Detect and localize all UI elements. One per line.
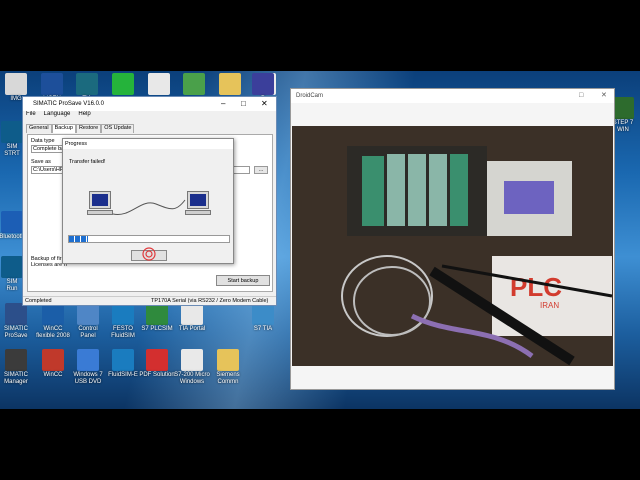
- whatsapp-shortcut[interactable]: [103, 73, 143, 96]
- transfer-message: Transfer failed!: [69, 159, 106, 165]
- prosave-statusbar: Completed TP170A Serial (via RS232 / Zer…: [23, 296, 276, 305]
- droidcam-titlebar[interactable]: DroidCam □ ✕: [291, 89, 614, 103]
- wincc-flex-shortcut[interactable]: WinCC: [33, 349, 73, 379]
- source-computer-icon: [87, 191, 113, 215]
- s7tia-icon: [252, 303, 274, 325]
- progress-fill: [69, 236, 89, 242]
- cursor-click-icon: [142, 247, 156, 261]
- shortcut-label: Control Panel: [78, 326, 98, 339]
- microwin-shortcut[interactable]: S7-200 Micro Windows: [172, 349, 212, 386]
- microwin-icon: [181, 349, 203, 371]
- wincc-flex-icon: [42, 349, 64, 371]
- whatsapp-icon: [112, 73, 134, 95]
- shortcut-label: S7 PLCSIM: [141, 326, 173, 332]
- document-icon: [148, 73, 170, 95]
- save-as-label: Save as: [31, 159, 51, 165]
- folder-icon: [217, 349, 239, 371]
- prosave-icon: [5, 303, 27, 325]
- control-panel-icon: [77, 303, 99, 325]
- p-app-icon: [252, 73, 274, 95]
- fluidsim-icon: [112, 349, 134, 371]
- camera-scene: PLC IRAN: [292, 126, 613, 366]
- transfer-cable-icon: [112, 199, 186, 215]
- maximize-icon[interactable]: □: [241, 97, 246, 111]
- tab-backup[interactable]: Backup: [51, 124, 76, 133]
- prosave-shortcut[interactable]: SIMATIC ProSave: [0, 303, 36, 340]
- browse-button[interactable]: ...: [254, 166, 268, 174]
- data-type-label: Data type: [31, 138, 55, 144]
- tab-os-update[interactable]: OS Update: [101, 124, 135, 133]
- shortcut-label: TIA Portal: [178, 326, 206, 332]
- usb-dvd-shortcut[interactable]: Windows 7 USB DVD: [68, 349, 108, 386]
- shortcut-label: SIMATIC Manager: [4, 372, 28, 385]
- menu-help[interactable]: Help: [78, 111, 90, 121]
- shortcut-label: SIMATIC ProSave: [4, 326, 28, 339]
- plcsim-icon: [146, 303, 168, 325]
- prosave-title: SIMATIC ProSave V16.0.0: [33, 101, 104, 107]
- target-computer-icon: [185, 191, 211, 215]
- menu-file[interactable]: File: [26, 111, 36, 121]
- brand-sub-text: IRAN: [540, 301, 559, 310]
- prosave-menubar: File Language Help: [23, 111, 276, 121]
- status-text: Completed: [25, 298, 52, 304]
- prosave-tabs: General Backup Restore OS Update: [23, 124, 276, 133]
- app-shortcut[interactable]: [174, 73, 214, 96]
- minimize-icon[interactable]: –: [221, 97, 225, 111]
- progress-dialog[interactable]: Progress Transfer failed!: [62, 138, 234, 264]
- camera-feed: PLC IRAN: [292, 126, 613, 366]
- wincc-shortcut[interactable]: WinCC flexible 2008: [33, 303, 73, 340]
- transfer-progress-bar: [68, 235, 230, 243]
- pdf-icon: [146, 349, 168, 371]
- shortcut-label: S7-200 Micro Windows: [174, 372, 210, 385]
- wincc-icon: [42, 303, 64, 325]
- pdf-shortcut[interactable]: PDF Solution: [137, 349, 177, 379]
- close-icon[interactable]: ✕: [261, 97, 268, 111]
- tia-shortcut[interactable]: TIA Portal: [172, 303, 212, 333]
- start-backup-button[interactable]: Start backup: [216, 275, 270, 286]
- shortcut-label: Siemens Commn: [216, 372, 240, 385]
- progress-title: Progress: [63, 139, 233, 149]
- status-port: TP170A Serial (via RS232 / Zero Modem Ca…: [151, 298, 269, 304]
- tab-restore[interactable]: Restore: [75, 124, 102, 133]
- tia-icon: [181, 303, 203, 325]
- menu-language[interactable]: Language: [44, 111, 71, 121]
- control-panel-shortcut[interactable]: Control Panel: [68, 303, 108, 340]
- simatic-icon: [1, 256, 23, 278]
- tab-general[interactable]: General: [26, 124, 52, 133]
- document-shortcut[interactable]: [139, 73, 179, 96]
- shortcut-label: PDF Solution: [139, 372, 175, 378]
- plcsim-shortcut[interactable]: S7 PLCSIM: [137, 303, 177, 333]
- simatic-manager-shortcut[interactable]: SIMATIC Manager: [0, 349, 36, 386]
- droidcam-title: DroidCam: [296, 93, 324, 99]
- s7tia-shortcut[interactable]: S7 TIA: [243, 303, 283, 333]
- folder-shortcut[interactable]: Siemens Commn: [208, 349, 248, 386]
- desktop: IMGLICENTIAP SIM STRTBluetoothSIM Run ST…: [0, 71, 640, 409]
- shortcut-label: WinCC: [43, 372, 63, 378]
- folder-icon: [5, 73, 27, 95]
- folder-icon: [219, 73, 241, 95]
- simatic-manager-icon: [5, 349, 27, 371]
- app-icon: [183, 73, 205, 95]
- license-icon: [41, 73, 63, 95]
- shortcut-label: S7 TIA: [253, 326, 273, 332]
- prosave-titlebar[interactable]: SIMATIC ProSave V16.0.0 – □ ✕: [23, 97, 276, 111]
- shortcut-label: Windows 7 USB DVD: [73, 372, 103, 385]
- step7-icon: [612, 97, 634, 119]
- usb-dvd-icon: [77, 349, 99, 371]
- bluetooth-icon: [1, 211, 23, 233]
- droidcam-window[interactable]: DroidCam □ ✕ PLC IRAN: [290, 88, 615, 390]
- close-icon[interactable]: ✕: [601, 89, 607, 103]
- simatic-icon: [1, 121, 23, 143]
- shortcut-label: WinCC flexible 2008: [36, 326, 70, 339]
- maximize-icon[interactable]: □: [579, 89, 583, 103]
- tia-portal-icon: [76, 73, 98, 95]
- festo-icon: [112, 303, 134, 325]
